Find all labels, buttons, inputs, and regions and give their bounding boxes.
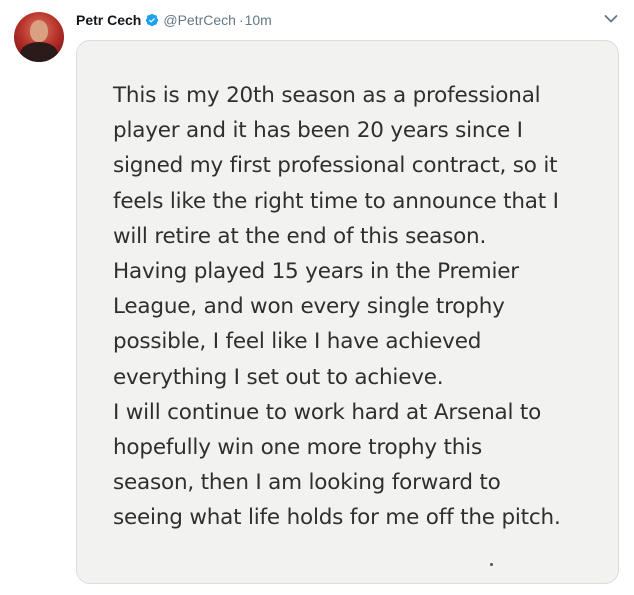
statement-line: feels like the right time to announce th… (113, 188, 559, 214)
paper-speck (490, 563, 493, 566)
statement-line: will retire at the end of this season. (113, 223, 487, 249)
avatar-shoulders (20, 42, 58, 62)
statement-line: possible, I feel like I have achieved (113, 329, 482, 355)
statement-line: League, and won every single trophy (113, 294, 505, 320)
tweet: Petr Cech @PetrCech · 10m This is my 20t… (0, 0, 634, 595)
statement-line: hopefully win one more trophy this (113, 435, 482, 461)
tweet-header: Petr Cech @PetrCech · 10m (76, 10, 272, 30)
chevron-down-icon[interactable] (604, 14, 618, 24)
avatar[interactable] (14, 12, 64, 62)
statement-line: everything I set out to achieve. (113, 364, 444, 390)
statement-line: signed my first professional contract, s… (113, 153, 558, 179)
statement-line: player and it has been 20 years since I (113, 118, 523, 144)
tweet-timestamp[interactable]: 10m (245, 12, 272, 28)
statement-text: This is my 20th season as a professional… (113, 78, 613, 536)
statement-line: Having played 15 years in the Premier (113, 259, 519, 285)
author-handle[interactable]: @PetrCech (163, 12, 236, 28)
statement-line: season, then I am looking forward to (113, 470, 501, 496)
statement-line: seeing what life holds for me off the pi… (113, 505, 561, 531)
statement-line: This is my 20th season as a professional (113, 83, 541, 108)
statement-image[interactable]: This is my 20th season as a professional… (76, 40, 619, 584)
avatar-face (30, 20, 48, 42)
author-name[interactable]: Petr Cech (76, 12, 141, 28)
statement-line: I will continue to work hard at Arsenal … (113, 399, 542, 425)
separator-dot: · (238, 12, 244, 28)
verified-badge-icon (146, 13, 159, 27)
